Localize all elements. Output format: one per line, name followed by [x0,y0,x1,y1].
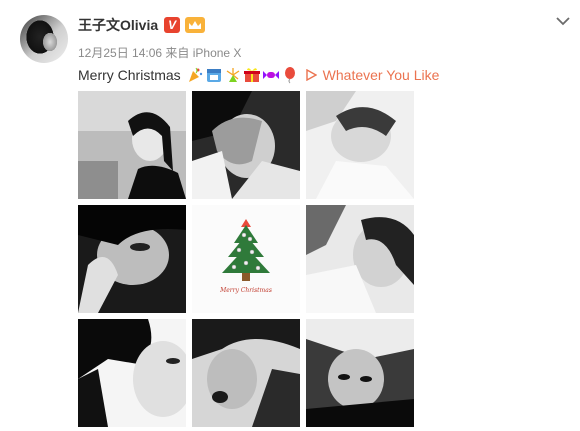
crown-icon [185,17,206,33]
photo-2[interactable] [192,91,300,199]
post-header: 王子文Olivia V [78,14,206,36]
post-message: Merry Christmas [78,67,181,83]
photo-grid: Merry Christmas [78,91,414,427]
party-emoji-icon [188,67,202,82]
music-link[interactable]: Whatever You Like [305,67,440,83]
post-meta: 12月25日 14:06 来自 iPhone X [78,46,242,60]
post-text: Merry Christmas Whatever You Like [78,64,439,86]
calendar-emoji-icon [206,69,221,82]
gift-emoji-icon [243,68,260,82]
balloon-emoji-icon [284,67,295,84]
chevron-down-icon[interactable] [555,13,571,29]
photo-6[interactable] [306,205,414,313]
play-icon [305,69,317,81]
verified-badge-icon: V [164,17,181,33]
photo-8[interactable] [192,319,300,427]
photo-4[interactable] [78,205,186,313]
photo-5-caption: Merry Christmas [220,287,272,294]
photo-5[interactable]: Merry Christmas [192,205,300,313]
photo-7[interactable] [78,319,186,427]
avatar[interactable] [20,15,68,63]
music-link-text: Whatever You Like [322,67,440,83]
photo-3[interactable] [306,91,414,199]
fireworks-emoji-icon [226,68,240,82]
photo-9[interactable] [306,319,414,427]
candy-emoji-icon [262,71,279,79]
username[interactable]: 王子文Olivia [78,15,158,35]
photo-1[interactable] [78,91,186,199]
